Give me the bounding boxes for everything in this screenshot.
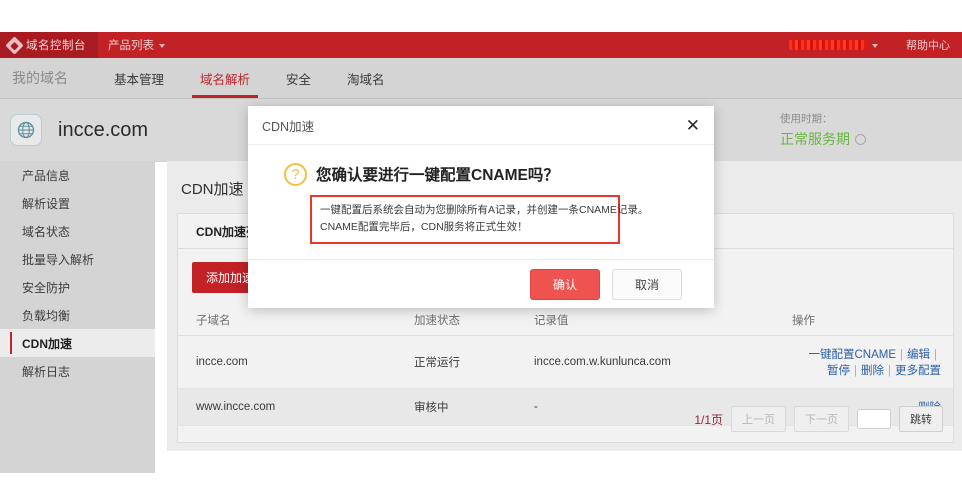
info-circle-icon[interactable]	[855, 134, 866, 145]
brand-label: 域名控制台	[26, 37, 86, 53]
app-screen: 域名控制台 产品列表 帮助中心 我的域名 基本管理 域名解析 安全 淘域名	[0, 0, 962, 500]
product-list-label: 产品列表	[108, 37, 154, 53]
dialog-title: CDN加速	[262, 116, 314, 135]
sidebar-item-resolution-settings[interactable]: 解析设置	[0, 189, 155, 217]
action-separator: |	[930, 349, 941, 361]
dialog-footer: 确认 取消	[248, 259, 714, 308]
left-sidebar: 产品信息 解析设置 域名状态 批量导入解析 安全防护 负载均衡 CDN加速 解析…	[0, 161, 155, 473]
sidebar-item-security-protection[interactable]: 安全防护	[0, 273, 155, 301]
top-header-right: 帮助中心	[789, 32, 962, 58]
sidebar-item-domain-status[interactable]: 域名状态	[0, 217, 155, 245]
column-header-actions: 操作	[792, 306, 953, 336]
table-header: 子域名 加速状态 记录值 操作	[178, 306, 953, 336]
cell-actions: 一键配置CNAME|编辑|暂停|删除|更多配置	[792, 336, 953, 389]
previous-page-button[interactable]: 上一页	[731, 406, 786, 432]
column-header-status: 加速状态	[414, 306, 534, 336]
service-period-value: 正常服务期	[780, 129, 850, 149]
action-edit[interactable]: 编辑	[907, 349, 930, 361]
brand-home-link[interactable]: 域名控制台	[0, 32, 98, 58]
table-row: incce.com 正常运行 incce.com.w.kunlunca.com …	[178, 336, 953, 389]
user-account-menu[interactable]	[789, 40, 878, 50]
next-page-button[interactable]: 下一页	[794, 406, 849, 432]
cell-record-value: incce.com.w.kunlunca.com	[534, 336, 792, 389]
action-separator: |	[850, 365, 861, 377]
username-redacted	[789, 40, 867, 50]
table-header-row: 子域名 加速状态 记录值 操作	[178, 306, 953, 336]
top-header-bar: 域名控制台 产品列表 帮助中心	[0, 32, 962, 58]
page-count-label: 1/1页	[694, 411, 723, 428]
page-top-margin	[0, 0, 962, 32]
action-configure-cname[interactable]: 一键配置CNAME	[808, 349, 896, 361]
warning-line-1: 一键配置后系统会自动为您删除所有A记录，并创建一条CNAME记录。	[320, 202, 610, 219]
action-more-config[interactable]: 更多配置	[895, 365, 941, 377]
cell-status: 正常运行	[414, 336, 534, 389]
action-pause[interactable]: 暂停	[827, 365, 850, 377]
action-separator: |	[884, 365, 895, 377]
dialog-warning-box: 一键配置后系统会自动为您删除所有A记录，并创建一条CNAME记录。 CNAME配…	[310, 195, 620, 244]
column-header-record-value: 记录值	[534, 306, 792, 336]
help-center-link[interactable]: 帮助中心	[906, 37, 950, 53]
sidebar-item-resolution-log[interactable]: 解析日志	[0, 357, 155, 385]
user-chevron-down-icon	[872, 44, 878, 48]
service-period-value-row: 正常服务期	[780, 129, 866, 149]
tab-security[interactable]: 安全	[268, 58, 329, 98]
action-separator: |	[896, 349, 907, 361]
chevron-down-icon	[159, 44, 165, 48]
globe-icon	[10, 114, 42, 146]
tab-domain-resolution[interactable]: 域名解析	[182, 58, 268, 98]
action-delete[interactable]: 删除	[861, 365, 884, 377]
cell-status: 审核中	[414, 389, 534, 426]
cell-subdomain: www.incce.com	[178, 389, 414, 426]
go-to-page-button[interactable]: 跳转	[899, 406, 943, 432]
sidebar-item-cdn-acceleration[interactable]: CDN加速	[0, 329, 155, 357]
page-section-title: 我的域名	[0, 68, 96, 88]
diamond-logo-icon	[5, 36, 23, 54]
sidebar-item-load-balancing[interactable]: 负载均衡	[0, 301, 155, 329]
cdn-confirm-dialog: CDN加速 ✕ ? 您确认要进行一键配置CNAME吗？ 一键配置后系统会自动为您…	[248, 106, 714, 308]
product-list-menu[interactable]: 产品列表	[98, 32, 175, 58]
domain-name-label: incce.com	[58, 119, 148, 142]
dialog-confirm-heading: 您确认要进行一键配置CNAME吗？	[316, 163, 559, 185]
page-number-input[interactable]	[857, 409, 891, 429]
column-header-subdomain: 子域名	[178, 306, 414, 336]
close-icon[interactable]: ✕	[686, 117, 700, 134]
sidebar-item-product-info[interactable]: 产品信息	[0, 161, 155, 189]
cell-subdomain: incce.com	[178, 336, 414, 389]
service-period-info: 使用时期： 正常服务期	[780, 111, 866, 149]
page-bottom-margin	[0, 473, 962, 500]
service-period-label: 使用时期：	[780, 111, 866, 126]
sub-navigation-bar: 我的域名 基本管理 域名解析 安全 淘域名	[0, 58, 962, 99]
warning-line-2: CNAME配置完毕后，CDN服务将正式生效！	[320, 219, 610, 236]
question-mark-icon: ?	[284, 163, 307, 186]
page-title: CDN加速	[167, 178, 244, 199]
tab-basic-management[interactable]: 基本管理	[96, 58, 182, 98]
sidebar-item-batch-import[interactable]: 批量导入解析	[0, 245, 155, 273]
tab-taoyuming[interactable]: 淘域名	[329, 58, 403, 98]
confirm-button[interactable]: 确认	[530, 269, 600, 300]
cancel-button[interactable]: 取消	[612, 269, 682, 300]
dialog-body: ? 您确认要进行一键配置CNAME吗？ 一键配置后系统会自动为您删除所有A记录，…	[248, 145, 714, 277]
pagination-controls: 1/1页 上一页 下一页 跳转	[694, 406, 943, 432]
dialog-header: CDN加速 ✕	[248, 106, 714, 145]
